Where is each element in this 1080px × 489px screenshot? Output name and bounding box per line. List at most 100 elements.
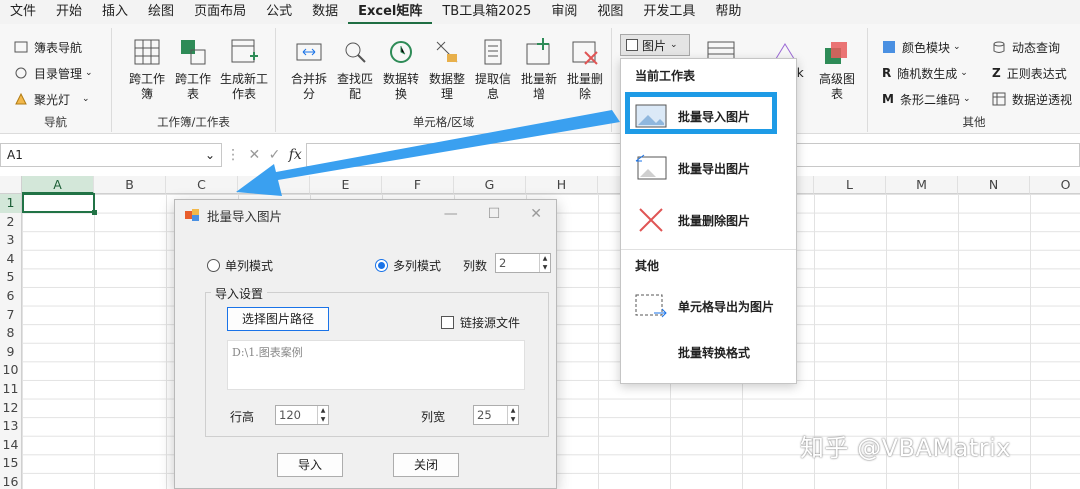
stepper-arrows-icon[interactable]: ▲ ▼ xyxy=(317,406,328,424)
link-source-checkbox[interactable]: 链接源文件 xyxy=(441,314,520,331)
nav-sheet-navigator[interactable]: 簿表导航 xyxy=(14,36,82,58)
row-header[interactable]: 3 xyxy=(0,231,22,250)
stepper-arrows-icon[interactable]: ▲ ▼ xyxy=(507,406,518,424)
cell-export-icon xyxy=(635,294,667,318)
menu-batch-export-images[interactable]: 批量导出图片 xyxy=(621,143,796,193)
column-header[interactable]: F xyxy=(382,176,454,194)
row-header[interactable]: 11 xyxy=(0,379,22,399)
unpivot-button[interactable]: 数据逆透视 xyxy=(992,88,1072,110)
column-header[interactable]: L xyxy=(814,176,886,194)
row-header[interactable]: 10 xyxy=(0,361,22,380)
picture-button[interactable]: 图片 ⌄ xyxy=(620,34,690,56)
active-cell-a1[interactable] xyxy=(22,193,97,215)
choose-path-button[interactable]: 选择图片路径 xyxy=(227,307,329,331)
row-header[interactable]: 1 xyxy=(0,194,22,213)
maximize-icon[interactable]: ☐ xyxy=(488,206,501,222)
stepper-arrows-icon[interactable]: ▲ ▼ xyxy=(539,254,550,272)
row-header[interactable]: 14 xyxy=(0,435,22,455)
column-header[interactable]: A xyxy=(22,176,94,194)
import-button[interactable]: 导入 xyxy=(277,453,343,477)
menu-cell-to-image[interactable]: 单元格导出为图片 xyxy=(621,281,796,331)
confirm-icon[interactable]: ✓ xyxy=(269,147,281,163)
menu-tab[interactable]: 审阅 xyxy=(541,0,587,24)
select-all-corner[interactable] xyxy=(0,176,22,194)
row-height-stepper[interactable]: 120 ▲ ▼ xyxy=(275,405,329,425)
random-number-button[interactable]: R 随机数生成 ⌄ xyxy=(882,62,968,84)
advanced-chart-button[interactable]: 高级图 表 xyxy=(814,36,860,102)
extract-info-button[interactable]: 提取信 息 xyxy=(470,36,516,102)
name-box[interactable]: A1 ⌄ xyxy=(0,143,222,167)
row-header[interactable]: 4 xyxy=(0,249,22,269)
column-count-value: 2 xyxy=(499,256,507,270)
menu-tab[interactable]: 插入 xyxy=(92,0,138,24)
radio-dot xyxy=(207,259,220,272)
button-label: 查找匹 配 xyxy=(336,72,373,101)
menu-batch-convert-format[interactable]: 批量转换格式 xyxy=(621,327,796,377)
row-header[interactable]: 15 xyxy=(0,454,22,473)
row-header[interactable]: 8 xyxy=(0,324,22,343)
row-header[interactable]: 2 xyxy=(0,212,22,232)
minimize-icon[interactable]: — xyxy=(444,206,458,222)
cross-workbook-icon xyxy=(131,36,163,68)
menu-tab[interactable]: TB工具箱2025 xyxy=(432,0,541,24)
cancel-icon[interactable]: ✕ xyxy=(249,147,261,163)
find-match-button[interactable]: 查找匹 配 xyxy=(332,36,378,102)
random-icon: R xyxy=(882,66,892,80)
insert-function-icon[interactable]: fx xyxy=(289,147,302,163)
cross-sheet-button[interactable]: 跨工作 表 xyxy=(170,36,216,102)
column-header[interactable]: D xyxy=(238,176,310,194)
column-header[interactable]: H xyxy=(526,176,598,194)
batch-add-button[interactable]: 批量新 增 xyxy=(516,36,562,102)
nav-toc-manager[interactable]: 目录管理 ⌄ xyxy=(14,62,93,84)
menu-tab[interactable]: Excel矩阵 xyxy=(348,0,433,24)
merge-split-button[interactable]: 合并拆 分 xyxy=(286,36,332,102)
more-icon[interactable]: ⋮ xyxy=(226,147,240,163)
menu-tab[interactable]: 视图 xyxy=(587,0,633,24)
chevron-down-icon[interactable]: ⌄ xyxy=(205,144,215,166)
data-convert-button[interactable]: 数据转 换 xyxy=(378,36,424,102)
dynamic-query-button[interactable]: 动态查询 xyxy=(992,36,1060,58)
column-header[interactable]: G xyxy=(454,176,526,194)
column-header[interactable]: O xyxy=(1030,176,1080,194)
menu-tab[interactable]: 帮助 xyxy=(705,0,751,24)
batch-delete-button[interactable]: 批量删 除 xyxy=(562,36,608,102)
column-count-stepper[interactable]: 2 ▲ ▼ xyxy=(495,253,551,273)
single-column-radio[interactable]: 单列模式 xyxy=(207,257,273,274)
menu-tab[interactable]: 绘图 xyxy=(138,0,184,24)
menu-tab[interactable]: 公式 xyxy=(256,0,302,24)
barcode-button[interactable]: M 条形二维码 ⌄ xyxy=(882,88,971,110)
column-header[interactable]: N xyxy=(958,176,1030,194)
column-header[interactable]: M xyxy=(886,176,958,194)
data-tidy-button[interactable]: 数据整 理 xyxy=(424,36,470,102)
close-button[interactable]: 关闭 xyxy=(393,453,459,477)
row-header[interactable]: 7 xyxy=(0,305,22,325)
menu-tab[interactable]: 开发工具 xyxy=(633,0,705,24)
color-module-button[interactable]: 颜色模块 ⌄ xyxy=(882,36,961,58)
cross-workbook-button[interactable]: 跨工作 簿 xyxy=(124,36,170,102)
path-display[interactable]: D:\1.图表案例 xyxy=(227,340,525,390)
row-header[interactable]: 9 xyxy=(0,342,22,362)
column-header[interactable]: C xyxy=(166,176,238,194)
row-header[interactable]: 16 xyxy=(0,472,22,489)
dialog-title: 批量导入图片 xyxy=(207,208,283,224)
column-header[interactable]: B xyxy=(94,176,166,194)
menu-tab[interactable]: 数据 xyxy=(302,0,348,24)
menu-tab[interactable]: 开始 xyxy=(46,0,92,24)
column-header[interactable]: E xyxy=(310,176,382,194)
close-icon[interactable]: ✕ xyxy=(530,206,542,222)
column-width-stepper[interactable]: 25 ▲ ▼ xyxy=(473,405,519,425)
button-label: 合并拆 分 xyxy=(290,72,327,101)
window-controls: — ☐ ✕ xyxy=(444,206,542,222)
multi-column-radio[interactable]: 多列模式 xyxy=(375,257,441,274)
new-sheet-button[interactable]: 生成新工 作表 xyxy=(216,36,272,102)
menu-tab[interactable]: 文件 xyxy=(0,0,46,24)
row-header[interactable]: 6 xyxy=(0,286,22,306)
menu-tab[interactable]: 页面布局 xyxy=(184,0,256,24)
row-header[interactable]: 5 xyxy=(0,268,22,287)
menu-batch-delete-images[interactable]: 批量删除图片 xyxy=(621,195,796,245)
row-header[interactable]: 13 xyxy=(0,417,22,436)
dialog-titlebar[interactable]: 批量导入图片 — ☐ ✕ xyxy=(175,200,556,230)
row-header[interactable]: 12 xyxy=(0,398,22,418)
nav-spotlight[interactable]: 聚光灯 ⌄ xyxy=(14,88,90,110)
regex-button[interactable]: Z 正则表达式 xyxy=(992,62,1067,84)
